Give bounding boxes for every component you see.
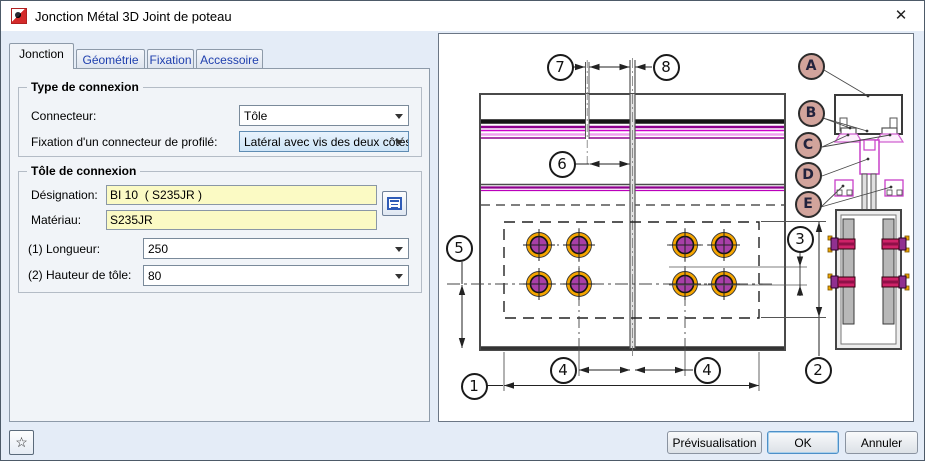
chevron-down-icon: [395, 114, 403, 119]
callout-D: D: [795, 162, 822, 189]
fixation-value: Latéral avec vis des deux côtés: [244, 135, 409, 149]
fixation-combobox[interactable]: Latéral avec vis des deux côtés: [239, 131, 409, 152]
callout-3: 3: [787, 226, 814, 253]
connector-label: Connecteur:: [31, 109, 96, 123]
length-combobox[interactable]: 250: [143, 238, 409, 259]
designation-field[interactable]: [106, 185, 377, 205]
chevron-down-icon: [395, 247, 403, 252]
callout-C: C: [795, 132, 822, 159]
callout-4-left: 4: [550, 357, 577, 384]
connector-value: Tôle: [244, 109, 267, 123]
tab-jonction[interactable]: Jonction: [9, 43, 74, 69]
plate-height-label: (2) Hauteur de tôle:: [28, 268, 131, 282]
table-icon: [387, 197, 402, 210]
cancel-button[interactable]: Annuler: [845, 431, 918, 454]
preview-button[interactable]: Prévisualisation: [667, 431, 762, 454]
callout-2: 2: [805, 357, 832, 384]
favorite-button[interactable]: ☆: [9, 430, 34, 455]
designation-label: Désignation:: [31, 188, 98, 202]
tab-fixation[interactable]: Fixation: [147, 49, 194, 69]
plate-height-combobox[interactable]: 80: [143, 265, 409, 286]
material-field[interactable]: [106, 210, 377, 230]
length-label: (1) Longueur:: [28, 242, 100, 256]
length-value: 250: [148, 242, 168, 256]
group-tole-de-connexion: Tôle de connexion Désignation: Matériau:…: [18, 171, 422, 293]
title-bar: Jonction Métal 3D Joint de poteau ✕: [1, 1, 924, 31]
star-icon: ☆: [15, 434, 28, 450]
group-type-de-connexion: Type de connexion Connecteur: Tôle Fixat…: [18, 87, 422, 157]
group-type-label: Type de connexion: [27, 80, 143, 94]
fixation-label: Fixation d'un connecteur de profilé:: [31, 135, 217, 149]
material-label: Matériau:: [31, 213, 81, 227]
ok-button[interactable]: OK: [767, 431, 839, 454]
callout-4-right: 4: [694, 357, 721, 384]
callout-5: 5: [446, 235, 473, 262]
tab-geometrie[interactable]: Géométrie: [76, 49, 145, 69]
technical-drawing: [439, 34, 913, 421]
app-icon: [11, 8, 27, 24]
window-title: Jonction Métal 3D Joint de poteau: [35, 9, 232, 24]
chevron-down-icon: [395, 140, 403, 145]
connector-combobox[interactable]: Tôle: [239, 105, 409, 126]
dialog-window: Jonction Métal 3D Joint de poteau ✕ Jonc…: [0, 0, 925, 461]
callout-B: B: [798, 100, 825, 127]
chevron-down-icon: [395, 274, 403, 279]
callout-E: E: [795, 191, 822, 218]
preview-panel: 7 8 6 5 1 4 4 3 2 A B C D E: [438, 33, 914, 422]
group-tole-label: Tôle de connexion: [27, 164, 140, 178]
callout-A: A: [798, 53, 825, 80]
callout-6: 6: [549, 151, 576, 178]
cross-section-view: [828, 95, 909, 349]
tab-accessoire[interactable]: Accessoire: [196, 49, 263, 69]
catalog-browse-button[interactable]: [382, 191, 407, 216]
callout-1: 1: [461, 373, 488, 400]
elevation-view: [447, 58, 785, 376]
plate-height-value: 80: [148, 269, 161, 283]
close-icon[interactable]: ✕: [888, 5, 914, 27]
callout-8: 8: [653, 54, 680, 81]
callout-7: 7: [547, 54, 574, 81]
tab-page-jonction: Type de connexion Connecteur: Tôle Fixat…: [9, 68, 430, 422]
